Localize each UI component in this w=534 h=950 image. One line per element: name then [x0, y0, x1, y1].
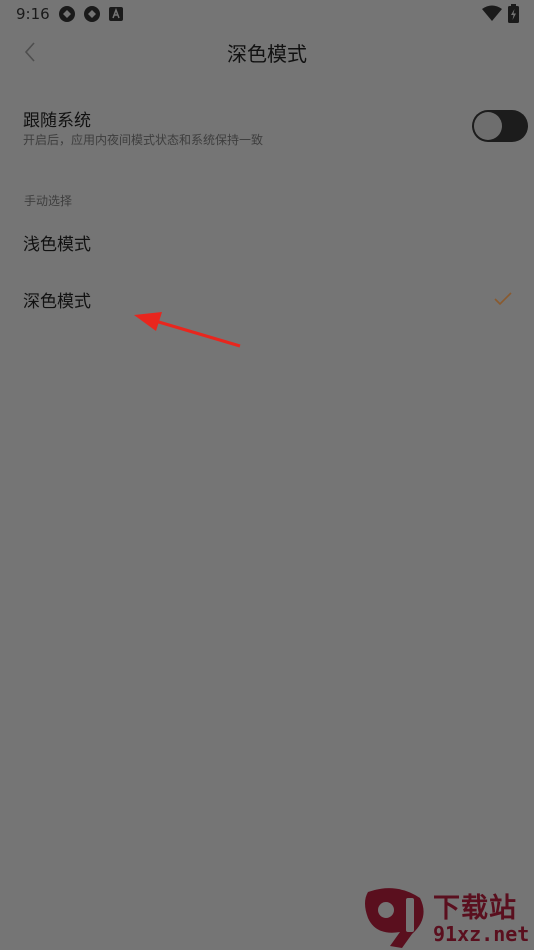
option-light-mode[interactable]: 浅色模式: [0, 216, 534, 268]
status-bar: 9:16: [0, 0, 534, 28]
font-icon: [109, 6, 123, 25]
sync-icon: [83, 5, 101, 27]
option-label: 深色模式: [23, 292, 91, 312]
app-header: 深色模式: [0, 28, 534, 74]
toggle-knob: [474, 112, 502, 140]
follow-system-toggle[interactable]: [472, 110, 528, 142]
option-label: 浅色模式: [23, 235, 91, 255]
follow-system-description: 开启后，应用内夜间模式状态和系统保持一致: [23, 133, 264, 147]
option-dark-mode[interactable]: 深色模式: [0, 273, 534, 325]
battery-charging-icon: [508, 4, 519, 27]
manual-section-label: 手动选择: [24, 194, 73, 208]
check-icon: [494, 291, 512, 310]
watermark-logo: [365, 888, 424, 948]
page-title: 深色模式: [227, 42, 307, 66]
watermark-domain: 91xz.net: [433, 922, 530, 946]
follow-system-title: 跟随系统: [23, 111, 91, 131]
follow-system-row: 跟随系统 开启后，应用内夜间模式状态和系统保持一致: [0, 96, 534, 156]
status-time: 9:16: [16, 5, 50, 23]
sync-icon: [58, 5, 76, 27]
wifi-icon: [482, 5, 502, 25]
watermark-name: 下载站: [433, 893, 517, 924]
watermark: 下载站 91xz.net: [360, 884, 534, 950]
